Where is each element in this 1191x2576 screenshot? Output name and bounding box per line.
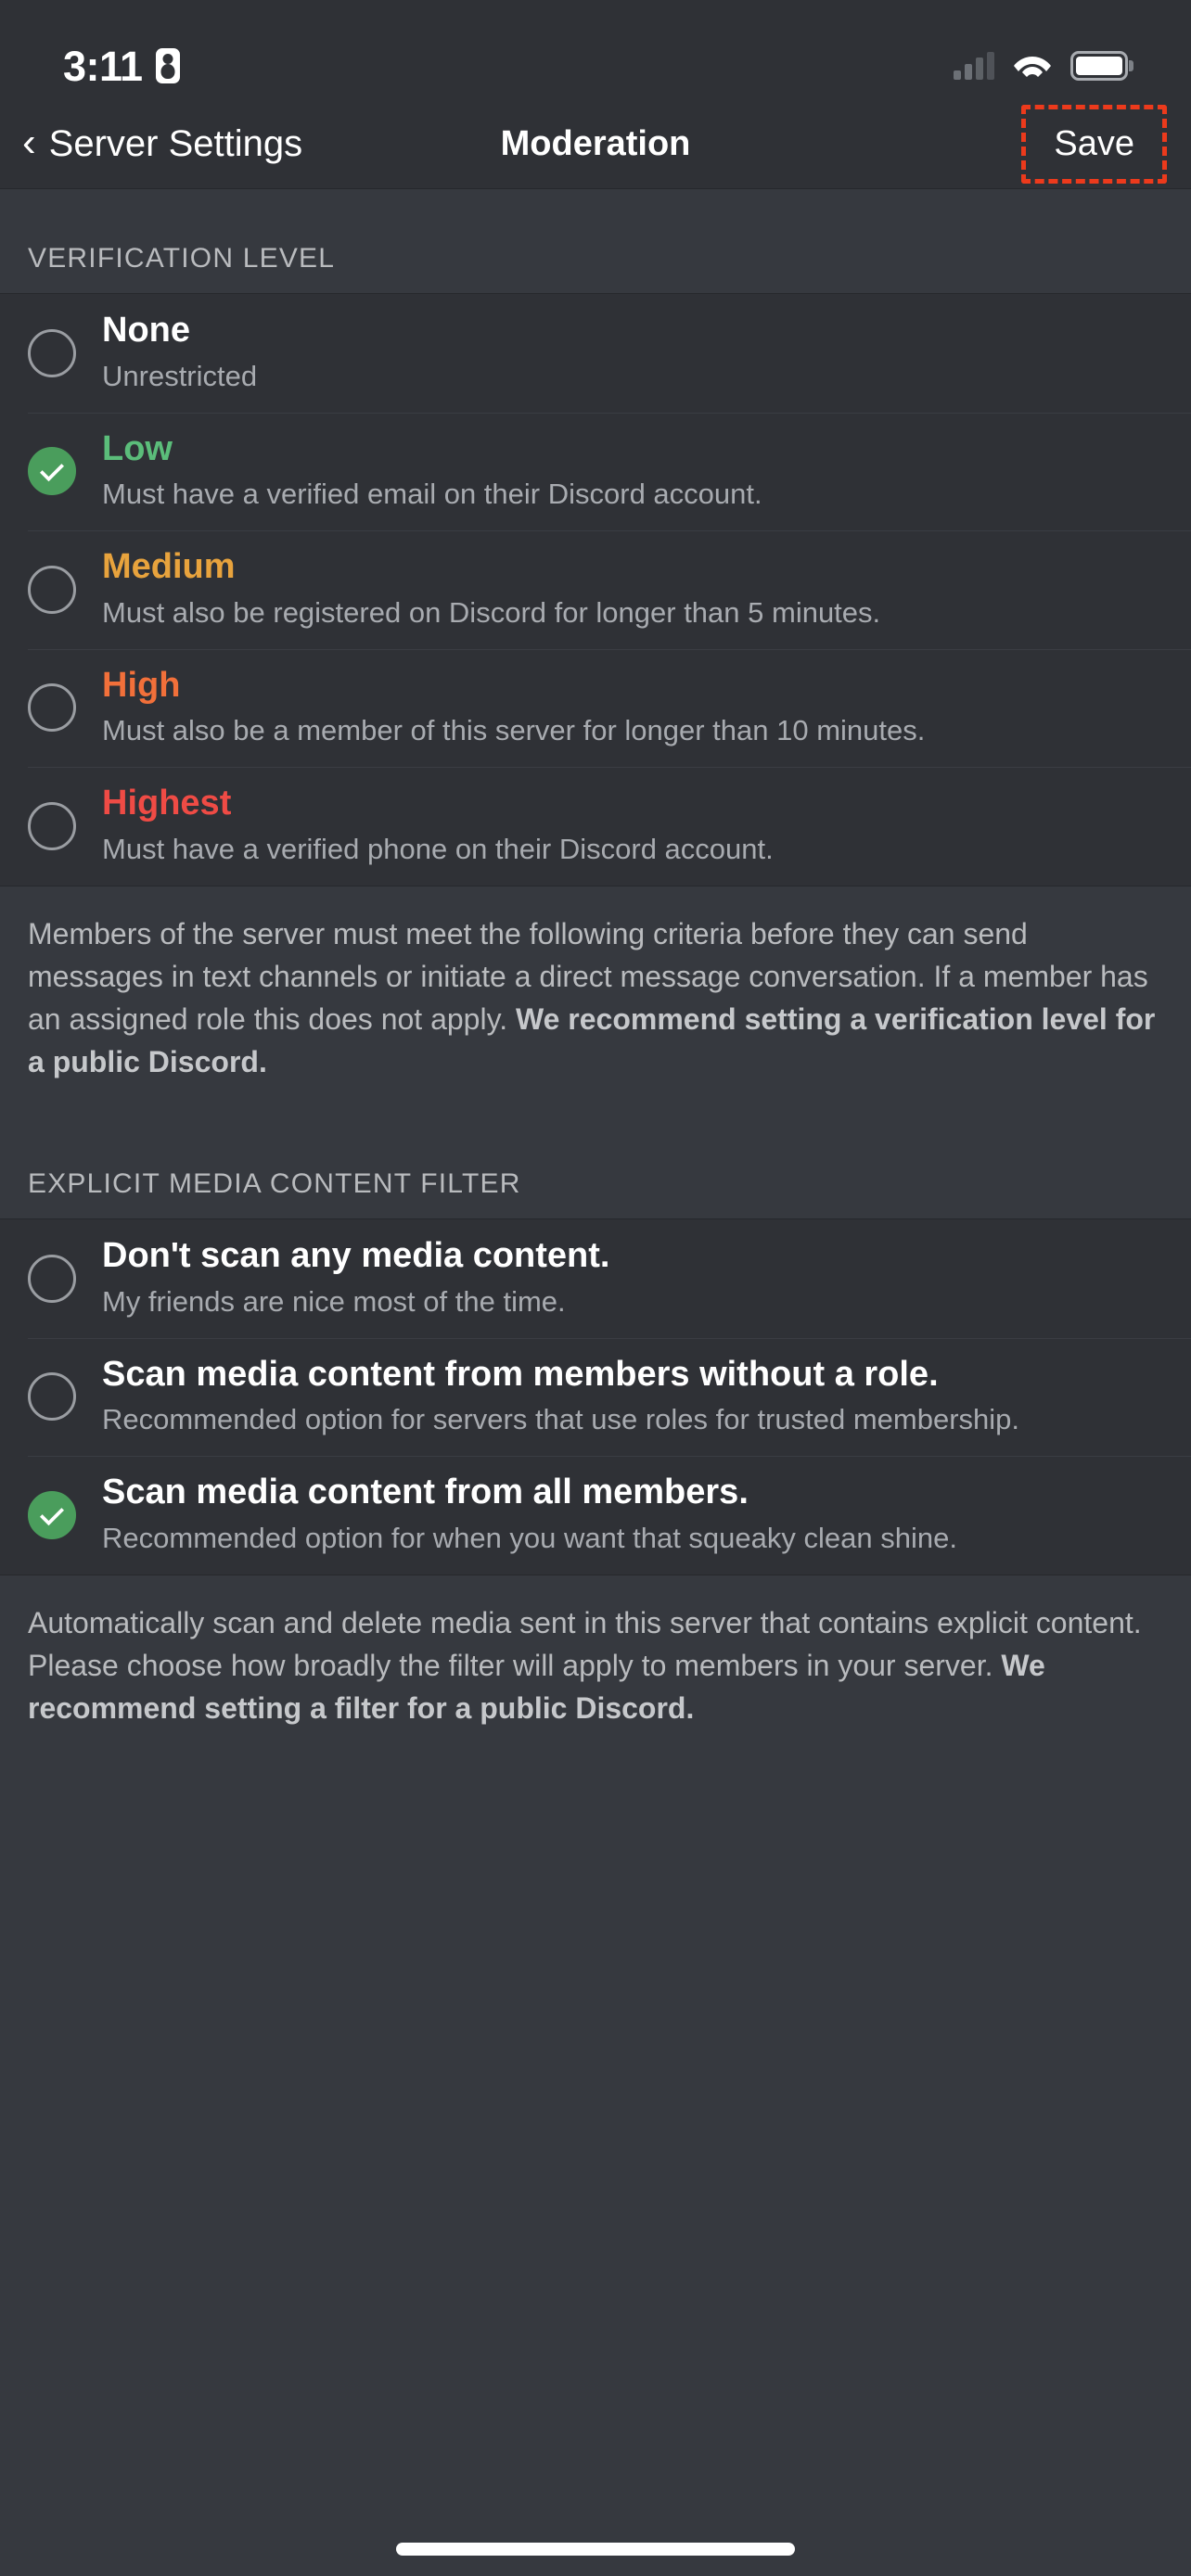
verification-option-highest-desc: Must have a verified phone on their Disc… [102, 832, 774, 865]
screen-record-icon [155, 48, 180, 83]
radio-unchecked-icon[interactable] [28, 683, 76, 733]
verification-option-low-title: Low [102, 428, 173, 468]
verification-option-low[interactable]: Low Must have a verified email on their … [0, 412, 1191, 531]
media-filter-note: Automatically scan and delete media sent… [0, 1574, 1191, 1761]
verification-option-medium[interactable]: Medium Must also be registered on Discor… [0, 530, 1191, 649]
verification-level-section-header: VERIFICATION LEVEL [0, 189, 1191, 294]
home-indicator [396, 2543, 795, 2556]
save-button[interactable]: Save [1021, 105, 1167, 184]
verification-level-header-label: VERIFICATION LEVEL [28, 243, 336, 274]
media-filter-list: Don't scan any media content. My friends… [0, 1218, 1191, 1575]
radio-unchecked-icon[interactable] [28, 565, 76, 614]
status-bar: 3:11 [0, 0, 1191, 100]
battery-icon [1070, 51, 1128, 81]
wifi-icon [1013, 52, 1052, 80]
verification-option-high-desc: Must also be a member of this server for… [102, 714, 926, 747]
radio-unchecked-icon[interactable] [28, 1372, 76, 1422]
verification-level-note: Members of the server must meet the foll… [0, 885, 1191, 1115]
media-filter-option-all-members-desc: Recommended option for when you want tha… [102, 1521, 957, 1554]
media-filter-option-without-role-text: Scan media content from members without … [102, 1338, 1019, 1457]
verification-option-none-text: None Unrestricted [102, 294, 257, 413]
verification-option-highest-text: Highest Must have a verified phone on th… [102, 767, 774, 886]
verification-option-none[interactable]: None Unrestricted [0, 294, 1191, 413]
verification-option-low-text: Low Must have a verified email on their … [102, 413, 762, 531]
media-filter-option-without-role[interactable]: Scan media content from members without … [0, 1337, 1191, 1457]
media-filter-note-text: Automatically scan and delete media sent… [28, 1605, 1142, 1682]
radio-unchecked-icon[interactable] [28, 328, 76, 377]
verification-option-highest[interactable]: Highest Must have a verified phone on th… [0, 767, 1191, 886]
verification-level-list: None Unrestricted Low Must have a verifi… [0, 294, 1191, 886]
media-filter-header-label: EXPLICIT MEDIA CONTENT FILTER [28, 1167, 521, 1199]
back-button-label: Server Settings [48, 123, 303, 164]
radio-checked-icon[interactable] [28, 1490, 76, 1539]
status-bar-left: 3:11 [63, 45, 180, 87]
verification-option-highest-title: Highest [102, 784, 232, 823]
verification-option-low-desc: Must have a verified email on their Disc… [102, 478, 762, 511]
media-filter-option-none-title: Don't scan any media content. [102, 1235, 610, 1275]
media-filter-option-all-members[interactable]: Scan media content from all members. Rec… [0, 1456, 1191, 1575]
media-filter-option-without-role-title: Scan media content from members without … [102, 1354, 939, 1394]
radio-unchecked-icon[interactable] [28, 801, 76, 850]
verification-option-high[interactable]: High Must also be a member of this serve… [0, 648, 1191, 768]
verification-option-high-title: High [102, 665, 181, 705]
verification-option-medium-desc: Must also be registered on Discord for l… [102, 595, 881, 629]
verification-option-none-title: None [102, 311, 190, 350]
cellular-signal-icon [954, 52, 994, 80]
verification-option-high-text: High Must also be a member of this serve… [102, 649, 925, 768]
bottom-spacer [0, 1760, 1191, 2576]
media-filter-option-none[interactable]: Don't scan any media content. My friends… [0, 1219, 1191, 1338]
back-button[interactable]: ‹ Server Settings [22, 119, 303, 165]
app-screen: 3:11 ‹ Server Settings Moderation Save V [0, 0, 1191, 2576]
verification-option-medium-text: Medium Must also be registered on Discor… [102, 530, 880, 649]
media-filter-option-without-role-desc: Recommended option for servers that use … [102, 1403, 1020, 1436]
status-bar-right [954, 51, 1128, 81]
media-filter-option-none-desc: My friends are nice most of the time. [102, 1284, 566, 1318]
media-filter-section-header: EXPLICIT MEDIA CONTENT FILTER [0, 1114, 1191, 1219]
status-bar-clock: 3:11 [63, 42, 143, 90]
radio-unchecked-icon[interactable] [28, 1254, 76, 1303]
radio-checked-icon[interactable] [28, 447, 76, 496]
chevron-left-icon: ‹ [22, 119, 36, 165]
nav-bar: ‹ Server Settings Moderation Save [0, 100, 1191, 189]
media-filter-option-none-text: Don't scan any media content. My friends… [102, 1219, 609, 1338]
media-filter-option-all-members-title: Scan media content from all members. [102, 1473, 749, 1512]
verification-option-medium-title: Medium [102, 547, 236, 587]
verification-option-none-desc: Unrestricted [102, 359, 258, 392]
media-filter-option-all-members-text: Scan media content from all members. Rec… [102, 1456, 957, 1575]
